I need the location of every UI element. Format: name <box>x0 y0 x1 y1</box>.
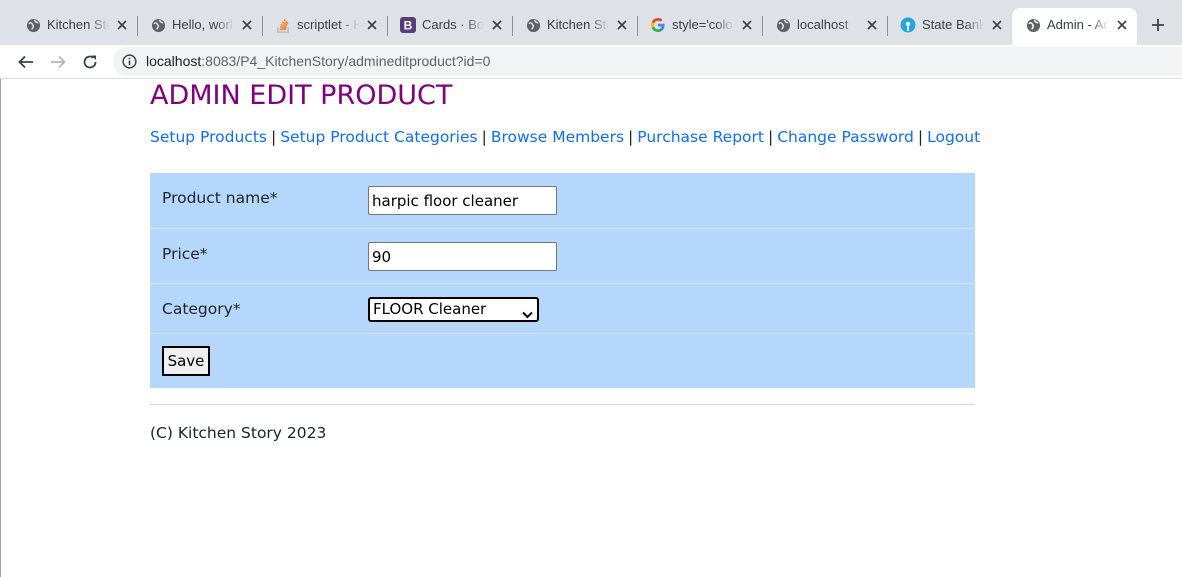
edit-product-form: Product name* Price* Category* FLOOR Cle… <box>150 173 975 388</box>
nav-purchase-report-link[interactable]: Purchase Report <box>637 128 764 146</box>
reload-icon[interactable] <box>78 51 102 73</box>
browser-tab[interactable]: localhost <box>762 8 888 45</box>
sbi-icon <box>900 17 916 33</box>
nav-separator: | <box>481 128 487 146</box>
browser-tab[interactable]: Kitchen Story <box>12 8 138 45</box>
browser-tab-strip: Kitchen Story Hello, world! scriptlet - … <box>0 0 1182 45</box>
close-tab-icon[interactable] <box>113 16 131 34</box>
nav-change-password-link[interactable]: Change Password <box>777 128 914 146</box>
admin-nav: Setup Products | Setup Product Categories |… <box>150 128 980 146</box>
nav-separator: | <box>767 128 774 146</box>
save-row: Save <box>150 333 975 388</box>
browser-tab[interactable]: scriptlet - How <box>262 8 388 45</box>
category-row: Category* FLOOR Cleaner <box>150 283 975 338</box>
nav-setup-product-categories-link[interactable]: Setup Product Categories <box>280 128 477 146</box>
svg-text:B: B <box>404 19 413 33</box>
browser-tab[interactable]: Kitchen Story <box>512 8 638 45</box>
footer-divider <box>150 404 975 405</box>
browser-tab[interactable]: Hello, world! <box>137 8 263 45</box>
window-edge <box>0 79 3 577</box>
bootstrap-icon: B <box>400 17 416 33</box>
stackoverflow-icon <box>275 17 291 33</box>
price-input[interactable] <box>368 242 557 271</box>
browser-toolbar: localhost:8083/P4_KitchenStory/adminedit… <box>0 45 1182 79</box>
product-name-label: Product name* <box>162 189 278 207</box>
browser-tab-title: localhost <box>797 17 849 32</box>
close-tab-icon[interactable] <box>238 16 256 34</box>
browser-tab-title: style='color <box>672 17 734 32</box>
browser-tab-active[interactable]: Admin - Ad <box>1012 8 1137 45</box>
globe-icon <box>25 17 41 33</box>
forward-icon[interactable] <box>46 51 70 73</box>
address-bar[interactable]: localhost:8083/P4_KitchenStory/adminedit… <box>113 47 1182 76</box>
browser-tab-title: State Bank <box>922 17 984 32</box>
info-icon[interactable] <box>122 54 137 69</box>
close-tab-icon[interactable] <box>988 16 1006 34</box>
new-tab-icon[interactable] <box>1147 14 1169 36</box>
chevron-down-icon <box>522 305 533 324</box>
close-tab-icon[interactable] <box>488 16 506 34</box>
nav-setup-products-link[interactable]: Setup Products <box>150 128 267 146</box>
close-tab-icon[interactable] <box>738 16 756 34</box>
price-row: Price* <box>150 228 975 283</box>
nav-browse-members-link[interactable]: Browse Members <box>491 128 624 146</box>
browser-tab[interactable]: B Cards · Bootstrap <box>387 8 513 45</box>
browser-tab-title: scriptlet - How <box>297 17 359 32</box>
url-host: localhost <box>146 53 202 69</box>
google-icon <box>650 17 666 33</box>
category-select[interactable]: FLOOR Cleaner <box>368 297 539 322</box>
nav-separator: | <box>628 128 634 146</box>
nav-logout-link[interactable]: Logout <box>927 128 980 146</box>
browser-tab[interactable]: State Bank <box>887 8 1012 45</box>
url-text: localhost:8083/P4_KitchenStory/adminedit… <box>146 53 490 69</box>
browser-tab-title: Kitchen Story <box>547 17 609 32</box>
footer-text: (C) Kitchen Story 2023 <box>150 424 327 442</box>
browser-tab[interactable]: style='color <box>637 8 763 45</box>
product-name-row: Product name* <box>150 173 975 228</box>
browser-tab-title: Hello, world! <box>172 17 234 32</box>
close-tab-icon[interactable] <box>613 16 631 34</box>
category-selected-value: FLOOR Cleaner <box>373 300 487 318</box>
close-tab-icon[interactable] <box>1113 16 1131 34</box>
browser-tab-title: Cards · Bootstrap <box>422 17 484 32</box>
close-tab-icon[interactable] <box>363 16 381 34</box>
nav-separator: | <box>917 128 924 146</box>
category-label: Category* <box>162 300 241 318</box>
back-icon[interactable] <box>14 51 38 73</box>
url-path: :8083/P4_KitchenStory/admineditproduct?i… <box>201 53 491 69</box>
nav-separator: | <box>270 128 277 146</box>
page-title: ADMIN EDIT PRODUCT <box>150 80 453 111</box>
globe-icon <box>150 17 166 33</box>
browser-tab-title: Kitchen Story <box>47 17 109 32</box>
globe-icon <box>1025 17 1041 33</box>
browser-tab-title: Admin - Ad <box>1047 17 1109 32</box>
price-label: Price* <box>162 245 208 263</box>
close-tab-icon[interactable] <box>863 16 881 34</box>
globe-icon <box>775 17 791 33</box>
product-name-input[interactable] <box>368 186 557 215</box>
globe-icon <box>525 17 541 33</box>
save-button[interactable]: Save <box>162 346 210 376</box>
